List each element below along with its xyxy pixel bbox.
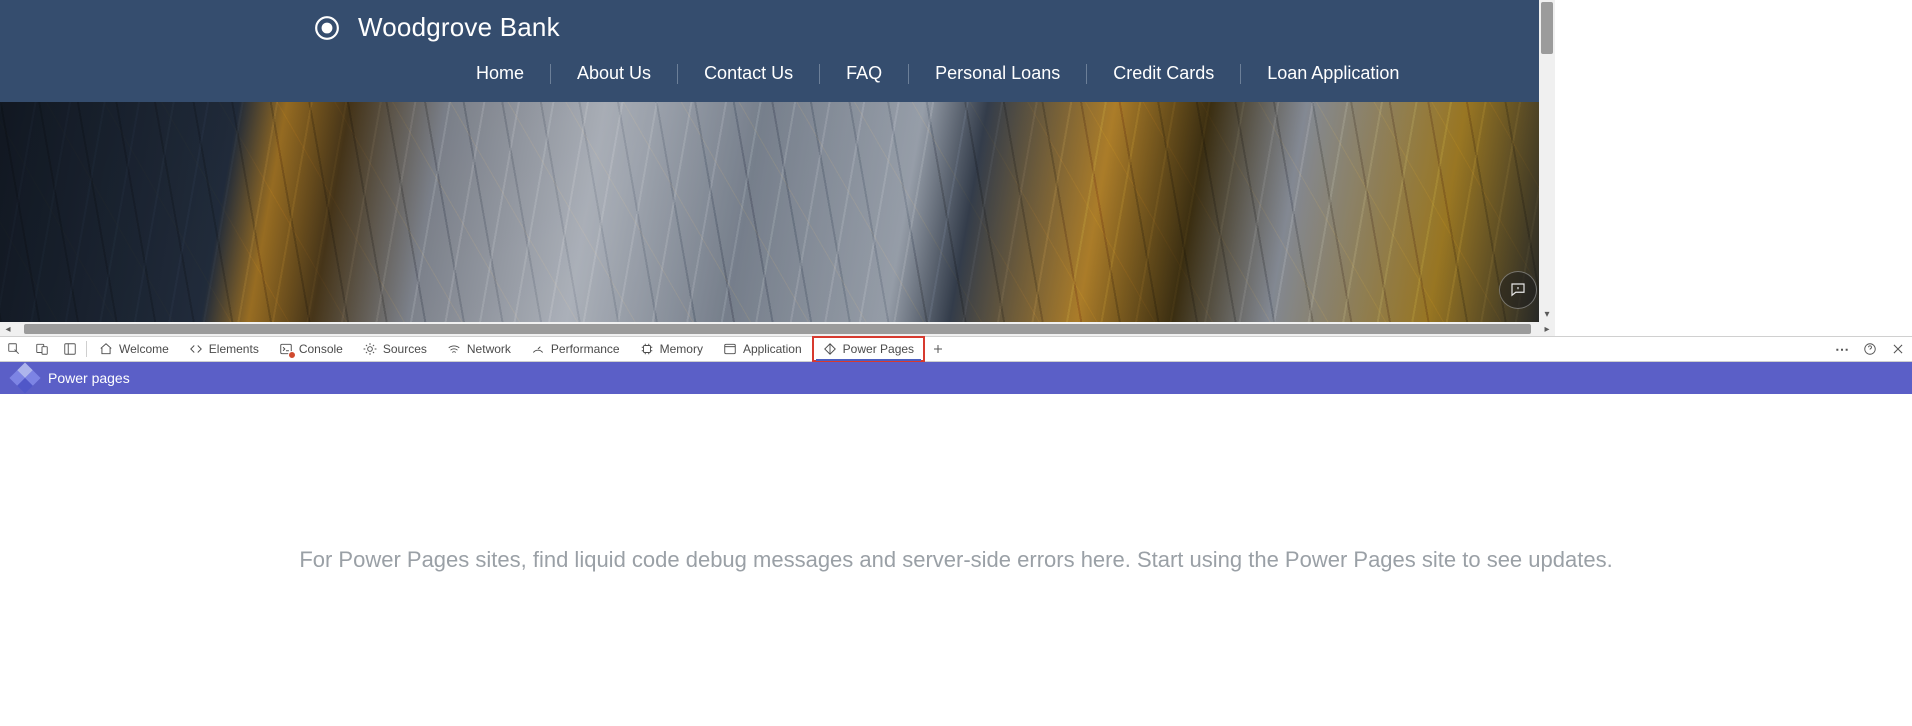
nav-credit-cards[interactable]: Credit Cards: [1087, 63, 1240, 84]
power-pages-logo-icon: [9, 362, 40, 393]
device-toolbar-icon[interactable]: [28, 337, 56, 361]
power-pages-panel-header: Power pages: [0, 362, 1912, 394]
nav-about-us[interactable]: About Us: [551, 63, 677, 84]
tab-label: Welcome: [119, 342, 169, 356]
scroll-right-button[interactable]: ▸: [1539, 322, 1555, 336]
tab-network[interactable]: Network: [437, 337, 521, 361]
tab-label: Console: [299, 342, 343, 356]
content-vertical-scrollbar[interactable]: ▾: [1539, 0, 1555, 322]
scroll-left-button[interactable]: ◂: [0, 322, 16, 336]
add-tab-button[interactable]: [925, 337, 951, 361]
tab-label: Sources: [383, 342, 427, 356]
nav-faq[interactable]: FAQ: [820, 63, 908, 84]
page-content: Woodgrove Bank Home About Us Contact Us …: [0, 0, 1555, 322]
primary-nav: Home About Us Contact Us FAQ Personal Lo…: [0, 55, 1555, 102]
tab-console[interactable]: Console: [269, 337, 353, 361]
more-options-icon[interactable]: ⋯: [1828, 337, 1856, 361]
console-warning-dot-icon: [288, 351, 296, 359]
hero-image: [0, 102, 1555, 322]
chat-fab-button[interactable]: [1499, 271, 1537, 309]
tab-memory[interactable]: Memory: [630, 337, 713, 361]
scroll-down-button[interactable]: ▾: [1539, 306, 1555, 322]
brand-logo-icon: [314, 15, 340, 41]
tab-label: Network: [467, 342, 511, 356]
help-icon[interactable]: [1856, 337, 1884, 361]
activity-bar-icon[interactable]: [56, 337, 84, 361]
close-devtools-button[interactable]: [1884, 337, 1912, 361]
tab-label: Performance: [551, 342, 620, 356]
scrollbar-thumb[interactable]: [1541, 2, 1553, 54]
content-horizontal-scrollbar[interactable]: ◂ ▸: [0, 322, 1555, 336]
panel-title: Power pages: [48, 370, 130, 386]
brand-name: Woodgrove Bank: [358, 12, 560, 43]
tab-label: Memory: [660, 342, 703, 356]
tab-elements[interactable]: Elements: [179, 337, 269, 361]
empty-state-text: For Power Pages sites, find liquid code …: [299, 547, 1612, 573]
tab-label: Application: [743, 342, 802, 356]
tab-application[interactable]: Application: [713, 337, 812, 361]
power-pages-empty-state: For Power Pages sites, find liquid code …: [0, 394, 1912, 726]
nav-loan-application[interactable]: Loan Application: [1241, 63, 1425, 84]
inspect-icon[interactable]: [0, 337, 28, 361]
tab-welcome[interactable]: Welcome: [89, 337, 179, 361]
tab-label: Elements: [209, 342, 259, 356]
nav-contact-us[interactable]: Contact Us: [678, 63, 819, 84]
devtools-tab-bar: Welcome Elements Console Sources Network…: [0, 337, 1912, 362]
scrollbar-thumb[interactable]: [24, 324, 1531, 334]
tab-power-pages[interactable]: Power Pages: [812, 336, 925, 362]
devtools: Welcome Elements Console Sources Network…: [0, 336, 1912, 726]
site-header: Woodgrove Bank Home About Us Contact Us …: [0, 0, 1555, 102]
nav-personal-loans[interactable]: Personal Loans: [909, 63, 1086, 84]
nav-home[interactable]: Home: [450, 63, 550, 84]
tab-performance[interactable]: Performance: [521, 337, 630, 361]
tab-label: Power Pages: [843, 342, 914, 356]
tab-sources[interactable]: Sources: [353, 337, 437, 361]
